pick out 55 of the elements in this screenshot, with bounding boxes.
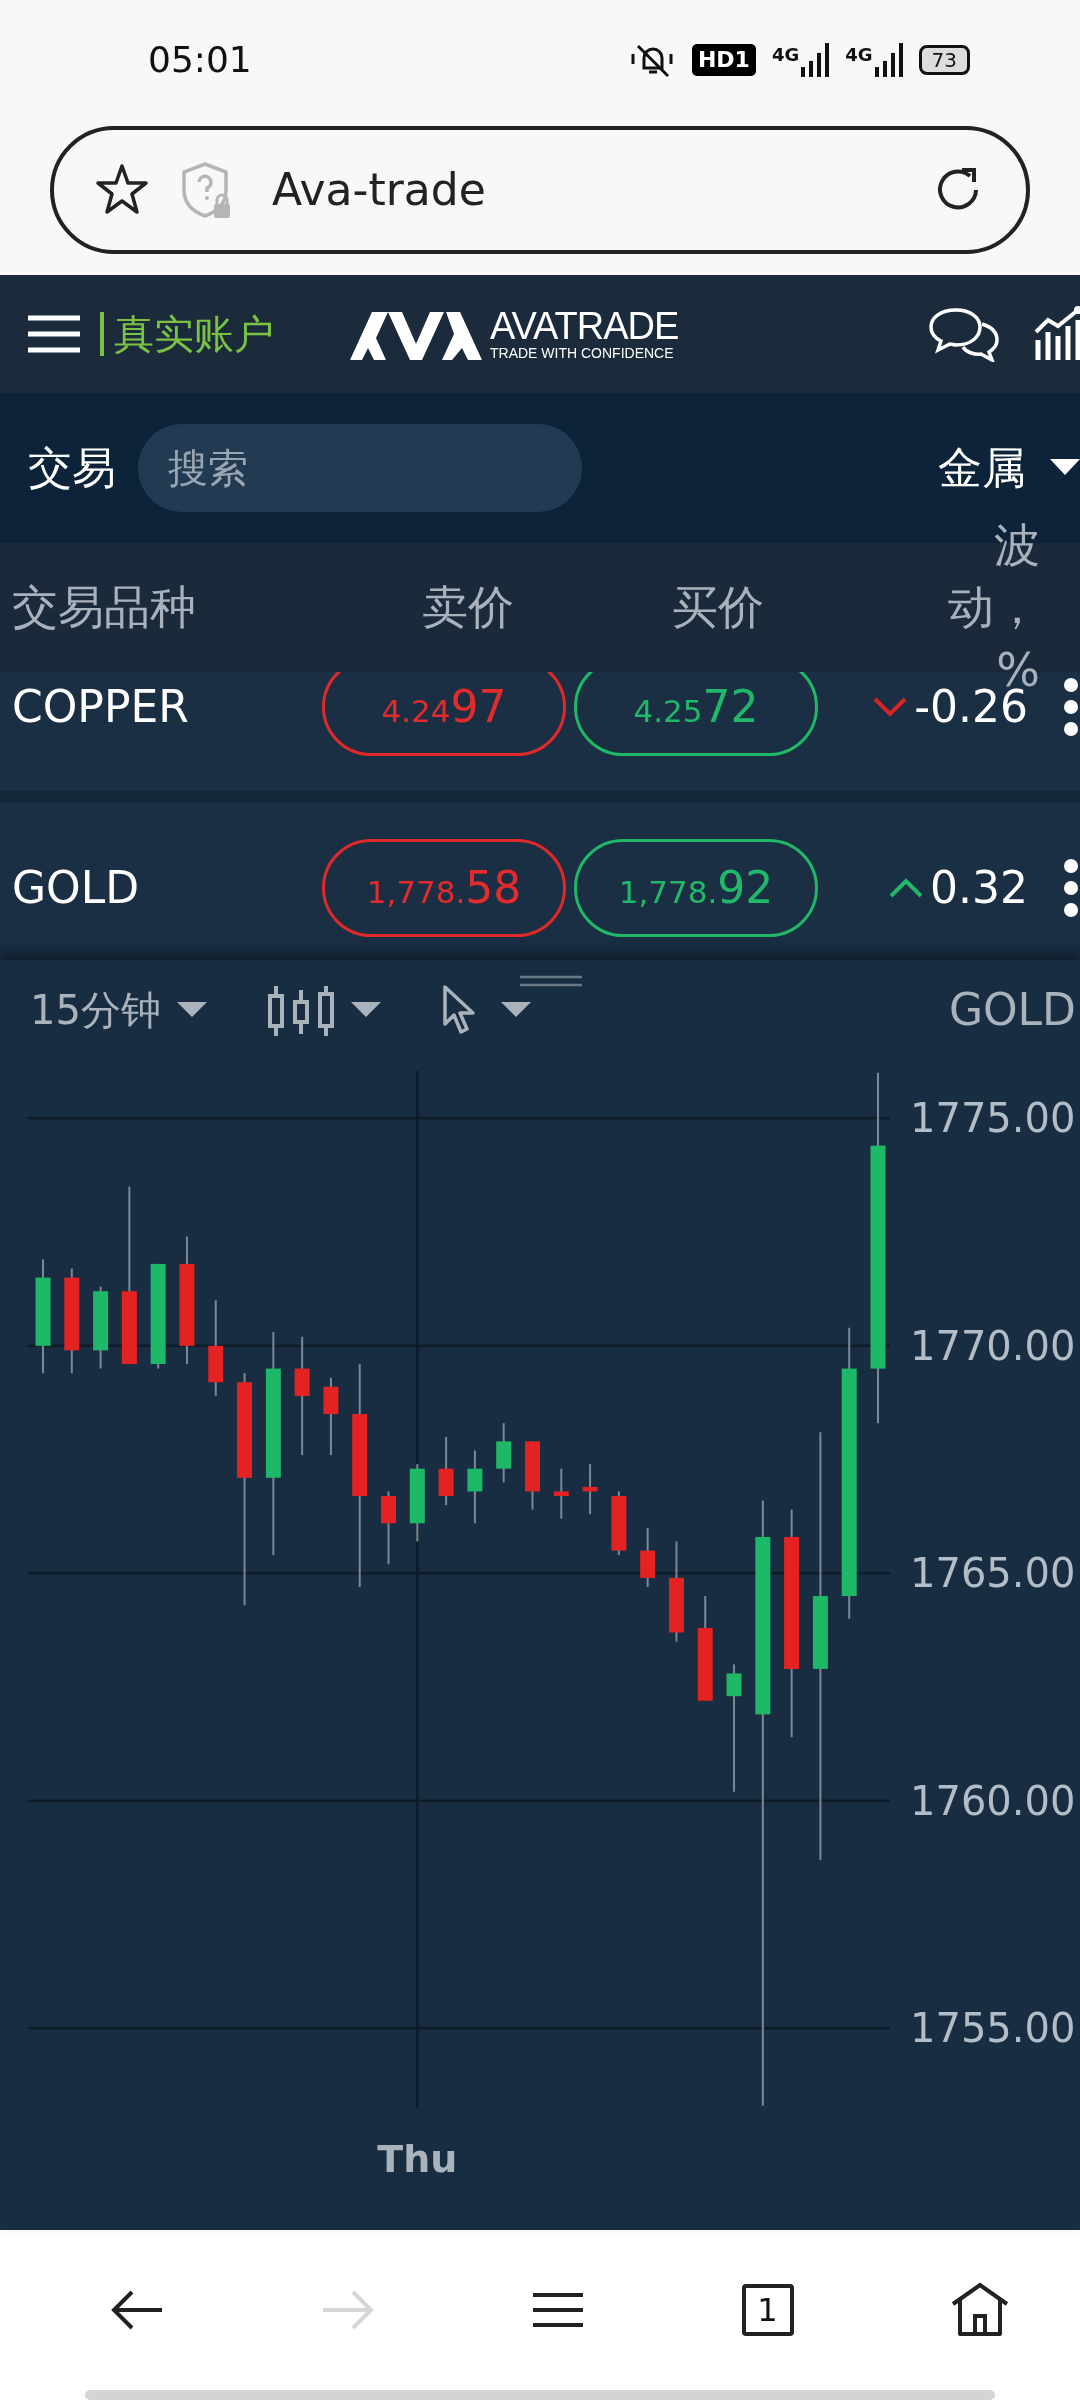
address-bar[interactable]: Ava-trade (50, 126, 1030, 254)
signal-icon (799, 41, 830, 79)
chevron-down-icon (872, 695, 909, 718)
column-header: 买价 (671, 579, 765, 636)
logo-name: AVATRADE (490, 306, 679, 345)
symbol-name: GOLD (12, 860, 141, 915)
candlestick (553, 1467, 569, 1520)
chart-icon[interactable] (1034, 306, 1080, 362)
candlestick (438, 1435, 454, 1507)
caret-icon (350, 1002, 381, 1018)
axis-label: 1765.00 (910, 1550, 1076, 1597)
trade-title: 交易 (28, 441, 116, 495)
hd-badge: HD1 (691, 43, 756, 77)
candlestick (582, 1463, 598, 1516)
buy-price-button[interactable]: 1,778.92 (574, 838, 818, 937)
category-dropdown[interactable]: 金属 (938, 435, 1080, 501)
candlestick (640, 1526, 656, 1588)
status-time: 05:01 (148, 38, 252, 82)
signal-icon (872, 41, 903, 79)
logo-tagline: TRADE WITH CONFIDENCE (490, 344, 675, 362)
cursor-icon (440, 984, 477, 1036)
caret-icon (176, 1002, 207, 1018)
axis-label: 1760.00 (910, 1777, 1076, 1824)
buy-price-button[interactable]: 4.2572 (574, 672, 818, 756)
candlestick (611, 1490, 627, 1557)
account-label: 真实账户 (100, 312, 274, 356)
axis-label: 1755.00 (910, 2005, 1076, 2052)
caret-icon (500, 1002, 531, 1018)
search-field[interactable]: 搜索 (138, 424, 582, 512)
column-header: 交易品种 (12, 579, 197, 636)
chat-icon[interactable] (928, 306, 1000, 362)
battery-level: 73 (918, 45, 970, 75)
network-label: 4G (845, 43, 873, 67)
column-header: 卖价 (421, 579, 515, 636)
chevron-up-icon (888, 876, 925, 899)
cursor-dropdown[interactable] (440, 984, 531, 1036)
axis-label: Thu (377, 2137, 458, 2181)
timeframe-dropdown[interactable]: 15分钟 (30, 980, 207, 1040)
menu-icon[interactable] (531, 2292, 585, 2328)
axis-label: 1770.00 (910, 1322, 1076, 1369)
symbol-name: COPPER (12, 679, 190, 734)
home-icon[interactable] (950, 2282, 1010, 2338)
candlestick (496, 1422, 512, 1484)
page-title: Ava-trade (272, 163, 487, 217)
drag-handle-icon[interactable] (520, 974, 582, 988)
network-label: 4G (771, 43, 800, 67)
tabs-button[interactable]: 1 (741, 2284, 794, 2336)
change-value: 0.32 (930, 860, 1028, 915)
candlestick (525, 1440, 540, 1511)
back-icon[interactable] (110, 2290, 164, 2330)
more-icon[interactable] (1062, 857, 1080, 918)
chart-symbol: GOLD (948, 983, 1076, 1037)
axis-label: 1775.00 (910, 1095, 1076, 1142)
more-icon[interactable] (1062, 676, 1080, 737)
caret-icon (1050, 459, 1080, 477)
